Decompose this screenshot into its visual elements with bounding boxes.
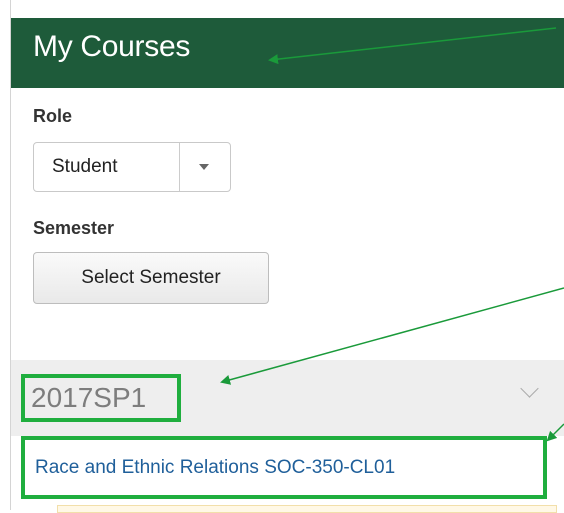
select-divider [179, 143, 180, 191]
select-semester-button[interactable]: Select Semester [33, 252, 269, 304]
my-courses-panel: My Courses Role Student Semester Select … [10, 0, 564, 513]
chevron-down-icon[interactable] [520, 379, 539, 398]
notice-box [57, 505, 557, 513]
semester-label: Semester [33, 218, 115, 238]
header-bar: My Courses [11, 0, 564, 88]
term-title: 2017SP1 [21, 374, 181, 422]
course-link[interactable]: Race and Ethnic Relations SOC-350-CL01 [21, 436, 547, 499]
dropdown-caret-icon[interactable] [199, 164, 209, 170]
term-section-header[interactable]: 2017SP1 [11, 360, 564, 436]
role-selected-value: Student [52, 156, 118, 177]
role-select[interactable]: Student [33, 142, 231, 192]
role-label: Role [33, 106, 73, 126]
page-title: My Courses [33, 30, 191, 63]
